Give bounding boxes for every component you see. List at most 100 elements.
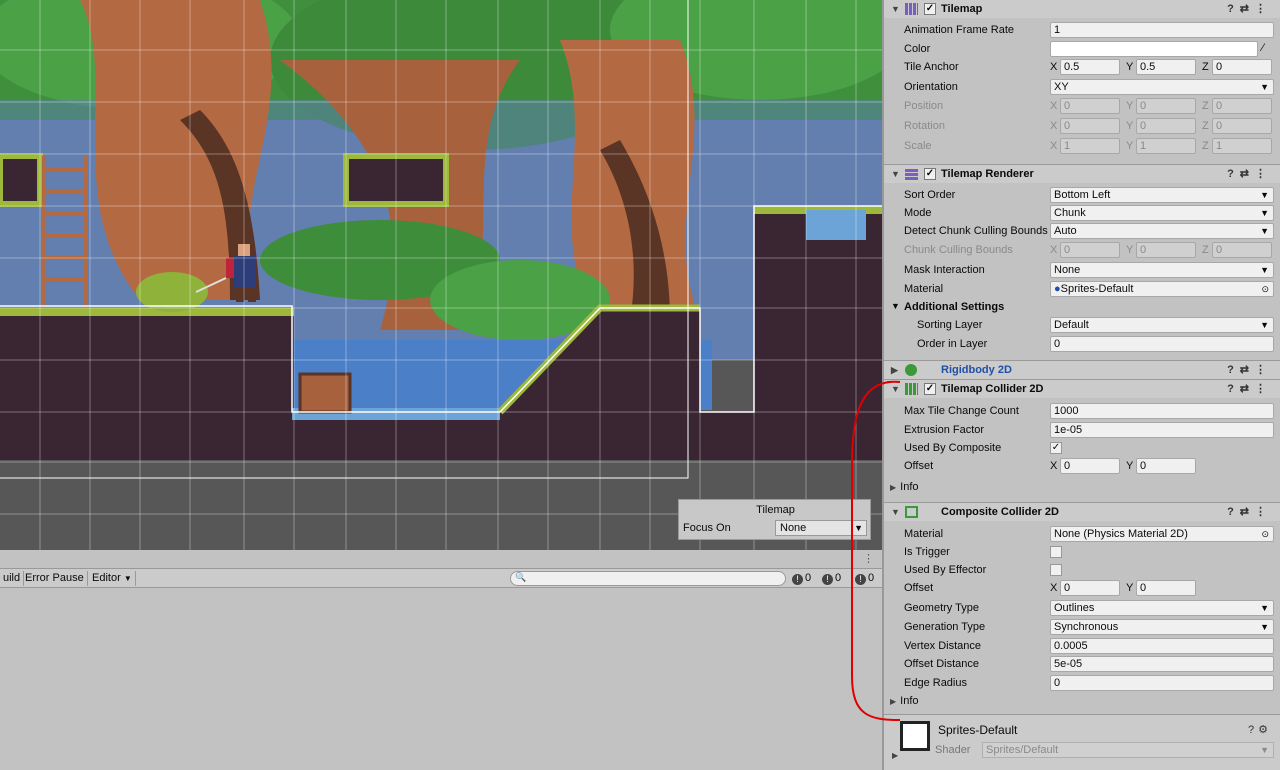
scale-label: Scale xyxy=(904,140,932,152)
search-icon: 🔍 xyxy=(515,572,527,582)
geometry-type-row: Geometry Type Outlines ▼ xyxy=(884,599,1280,618)
tile-anchor-x-field[interactable]: 0.5 xyxy=(1060,59,1120,75)
mode-dropdown[interactable]: Chunk ▼ xyxy=(1050,205,1274,221)
color-row: Color ⁄ xyxy=(884,40,1280,59)
collider-offset-x-field[interactable]: 0 xyxy=(1060,458,1120,474)
tilemap-renderer-enabled-checkbox[interactable]: ✓ xyxy=(924,168,936,180)
extrusion-factor-field[interactable]: 1e-05 xyxy=(1050,422,1274,438)
material-asset-icon: ● xyxy=(1054,283,1061,295)
collider-offset-y-field[interactable]: 0 xyxy=(1136,458,1196,474)
log-count-toggle[interactable]: ! 0 xyxy=(792,571,811,586)
error-pause-button[interactable]: Error Pause xyxy=(22,571,88,586)
mode-row: Mode Chunk ▼ xyxy=(884,204,1280,223)
tilemap-collider-icon xyxy=(905,383,918,395)
editor-dropdown[interactable]: Editor ▼ xyxy=(89,571,136,586)
inspector-panel: ▼ ✓ Tilemap ?⇄⋮ Animation Frame Rate 1 C… xyxy=(882,0,1280,770)
component-tools-icon[interactable]: ?⇄⋮ xyxy=(1227,165,1272,183)
edge-radius-label: Edge Radius xyxy=(904,677,967,689)
collider-offset-label: Offset xyxy=(904,460,934,472)
chevron-down-icon: ▼ xyxy=(1260,208,1269,218)
rigidbody-2d-header[interactable]: ▶ Rigidbody 2D ?⇄⋮ xyxy=(884,360,1280,379)
is-trigger-row: Is Trigger xyxy=(884,543,1280,562)
generation-type-label: Generation Type xyxy=(904,621,986,633)
console-search-input[interactable]: 🔍 xyxy=(510,571,786,586)
composite-offset-y-field[interactable]: 0 xyxy=(1136,580,1196,596)
color-field[interactable] xyxy=(1050,41,1258,57)
scene-view[interactable]: Tilemap Focus On None ▼ xyxy=(0,0,882,550)
component-tools-icon[interactable]: ?⇄⋮ xyxy=(1227,0,1272,18)
collider-info-row[interactable]: ▶ Info xyxy=(884,478,1280,497)
fold-arrow-icon[interactable]: ▼ xyxy=(891,301,900,311)
composite-material-field[interactable]: None (Physics Material 2D) ⊙ xyxy=(1050,526,1274,542)
composite-offset-label: Offset xyxy=(904,582,934,594)
object-picker-icon[interactable]: ⊙ xyxy=(1261,282,1269,296)
rotation-z-field: 0 xyxy=(1212,118,1272,134)
max-tile-change-row: Max Tile Change Count 1000 xyxy=(884,402,1280,421)
rotation-y-field: 0 xyxy=(1136,118,1196,134)
shader-dropdown: Sprites/Default ▼ xyxy=(982,742,1274,758)
warning-count-toggle[interactable]: ! 0 xyxy=(822,571,841,586)
composite-collider-header[interactable]: ▼ Composite Collider 2D ?⇄⋮ xyxy=(884,502,1280,521)
tilemap-collider-header[interactable]: ▼ ✓ Tilemap Collider 2D ?⇄⋮ xyxy=(884,379,1280,398)
used-by-effector-label: Used By Effector xyxy=(904,564,987,576)
tilemap-collider-enabled-checkbox[interactable]: ✓ xyxy=(924,383,936,395)
culling-bounds-x-field: 0 xyxy=(1060,242,1120,258)
composite-material-value: None (Physics Material 2D) xyxy=(1054,528,1188,540)
generation-type-value: Synchronous xyxy=(1054,621,1119,633)
rotation-label: Rotation xyxy=(904,120,945,132)
fold-arrow-icon[interactable]: ▼ xyxy=(891,0,900,18)
geometry-type-dropdown[interactable]: Outlines ▼ xyxy=(1050,600,1274,616)
mask-interaction-dropdown[interactable]: None ▼ xyxy=(1050,262,1274,278)
detect-culling-dropdown[interactable]: Auto ▼ xyxy=(1050,223,1274,239)
chevron-down-icon: ▼ xyxy=(1260,82,1269,92)
object-picker-icon[interactable]: ⊙ xyxy=(1261,527,1269,541)
help-settings-icon[interactable]: ?⚙ xyxy=(1248,723,1272,736)
rotation-row: Rotation X0 Y0 Z0 xyxy=(884,117,1280,136)
chevron-down-icon: ▼ xyxy=(1260,622,1269,632)
component-tools-icon[interactable]: ?⇄⋮ xyxy=(1227,361,1272,379)
max-tile-change-field[interactable]: 1000 xyxy=(1050,403,1274,419)
eyedropper-icon[interactable]: ⁄ xyxy=(1262,42,1264,54)
tilemap-renderer-header[interactable]: ▼ ✓ Tilemap Renderer ?⇄⋮ xyxy=(884,164,1280,183)
sorting-layer-dropdown[interactable]: Default ▼ xyxy=(1050,317,1274,333)
chevron-down-icon: ▼ xyxy=(1260,190,1269,200)
tile-anchor-z-field[interactable]: 0 xyxy=(1212,59,1272,75)
fold-arrow-icon[interactable]: ▼ xyxy=(891,165,900,183)
mask-interaction-label: Mask Interaction xyxy=(904,264,985,276)
rotation-x-field: 0 xyxy=(1060,118,1120,134)
focus-on-label: Focus On xyxy=(683,522,731,534)
orientation-row: Orientation XY ▼ xyxy=(884,78,1280,97)
error-pause-build-button[interactable]: uild xyxy=(0,571,25,586)
material-value: Sprites-Default xyxy=(1060,283,1134,295)
component-tools-icon[interactable]: ?⇄⋮ xyxy=(1227,380,1272,398)
position-x-field: 0 xyxy=(1060,98,1120,114)
additional-settings-row[interactable]: ▼ Additional Settings xyxy=(884,298,1280,317)
generation-type-dropdown[interactable]: Synchronous ▼ xyxy=(1050,619,1274,635)
material-object-field[interactable]: ●Sprites-Default ⊙ xyxy=(1050,281,1274,297)
composite-info-row[interactable]: ▶ Info xyxy=(884,692,1280,711)
is-trigger-checkbox[interactable] xyxy=(1050,546,1062,558)
warning-icon: ! xyxy=(822,574,833,585)
vertex-distance-field[interactable]: 0.0005 xyxy=(1050,638,1274,654)
orientation-dropdown[interactable]: XY ▼ xyxy=(1050,79,1274,95)
used-by-effector-checkbox[interactable] xyxy=(1050,564,1062,576)
tile-anchor-y-field[interactable]: 0.5 xyxy=(1136,59,1196,75)
tilemap-header[interactable]: ▼ ✓ Tilemap ?⇄⋮ xyxy=(884,0,1280,18)
tilemap-enabled-checkbox[interactable]: ✓ xyxy=(924,3,936,15)
animation-frame-rate-field[interactable]: 1 xyxy=(1050,22,1274,38)
used-by-composite-checkbox[interactable]: ✓ xyxy=(1050,442,1062,454)
composite-material-label: Material xyxy=(904,528,944,540)
edge-radius-field[interactable]: 0 xyxy=(1050,675,1274,691)
fold-arrow-icon[interactable]: ▶ xyxy=(892,751,898,760)
component-tools-icon[interactable]: ?⇄⋮ xyxy=(1227,503,1272,521)
order-in-layer-field[interactable]: 0 xyxy=(1050,336,1274,352)
order-in-layer-label: Order in Layer xyxy=(917,338,988,350)
used-by-composite-row: Used By Composite ✓ xyxy=(884,439,1280,458)
info-icon: ! xyxy=(792,574,803,585)
composite-offset-x-field[interactable]: 0 xyxy=(1060,580,1120,596)
detect-culling-value: Auto xyxy=(1054,225,1077,237)
sort-order-dropdown[interactable]: Bottom Left ▼ xyxy=(1050,187,1274,203)
scale-row: Scale X1 Y1 Z1 xyxy=(884,137,1280,156)
scale-x-field: 1 xyxy=(1060,138,1120,154)
offset-distance-field[interactable]: 5e-05 xyxy=(1050,656,1274,672)
